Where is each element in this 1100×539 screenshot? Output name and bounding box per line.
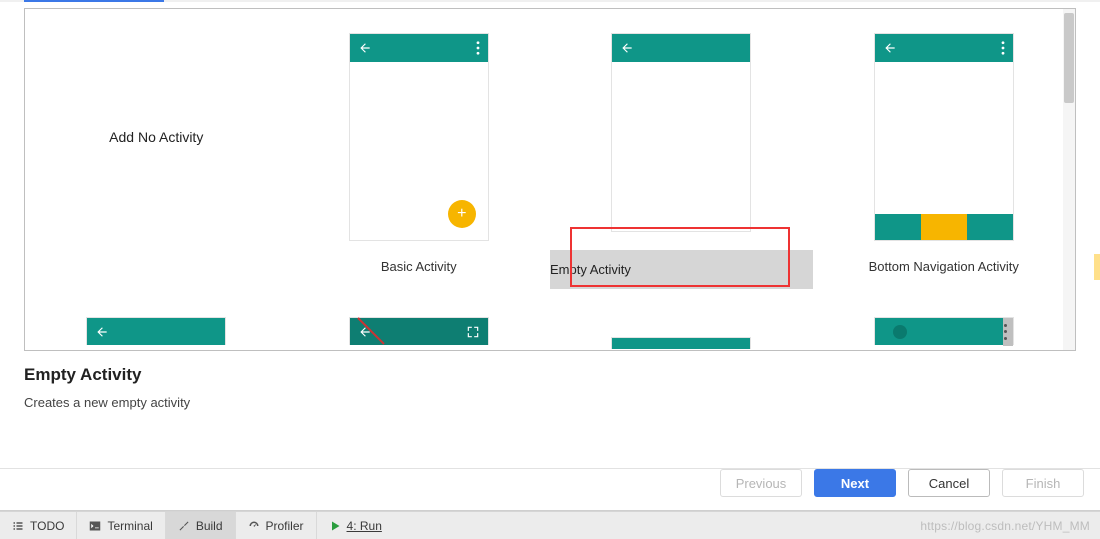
template-add-no-activity[interactable]: Add No Activity	[25, 9, 288, 289]
template-label-text: Empty Activity	[550, 262, 631, 277]
status-label: Build	[196, 519, 223, 533]
template-row2-item-1[interactable]	[25, 289, 288, 349]
status-label: TODO	[30, 519, 64, 533]
template-thumb-bottomnav	[874, 33, 1014, 241]
template-row2-item-4[interactable]	[813, 289, 1076, 349]
back-arrow-icon	[883, 41, 897, 55]
template-gallery-row-1: Add No Activity + Basic Activity	[25, 9, 1075, 289]
selection-description: Creates a new empty activity	[24, 395, 1076, 410]
template-label-selected: Empty Activity	[550, 250, 813, 289]
appbar	[612, 34, 750, 62]
template-bottom-navigation-activity[interactable]: Bottom Navigation Activity	[813, 9, 1076, 289]
status-terminal[interactable]: Terminal	[77, 512, 165, 539]
description-panel: Empty Activity Creates a new empty activ…	[0, 351, 1100, 410]
template-thumb-none: Add No Activity	[86, 33, 226, 241]
template-thumb-empty	[611, 33, 751, 232]
template-label: Bottom Navigation Activity	[813, 259, 1076, 274]
circle-icon	[893, 325, 907, 339]
template-label: Basic Activity	[288, 259, 551, 274]
status-label: Terminal	[107, 519, 152, 533]
template-thumb-partial	[611, 337, 751, 349]
template-empty-activity[interactable]: Empty Activity	[550, 9, 813, 289]
gauge-icon	[248, 520, 260, 532]
template-thumb-fullscreen	[349, 317, 489, 345]
hammer-icon	[178, 520, 190, 532]
status-label: Profiler	[266, 519, 304, 533]
appbar	[875, 34, 1013, 62]
fab-icon: +	[448, 200, 476, 228]
list-icon	[12, 520, 24, 532]
finish-button: Finish	[1002, 469, 1084, 497]
progress-bar-fill	[24, 0, 164, 2]
overflow-menu-icon	[476, 41, 480, 55]
status-build[interactable]: Build	[166, 512, 236, 539]
watermark-text: https://blog.csdn.net/YHM_MM	[920, 519, 1090, 533]
status-label: 4: Run	[347, 519, 382, 533]
bottom-nav-icon	[875, 214, 1013, 240]
template-thumb-basic: +	[349, 33, 489, 241]
template-row2-item-3[interactable]	[550, 289, 813, 349]
terminal-icon	[89, 520, 101, 532]
scrollbar-thumb[interactable]	[1064, 13, 1074, 103]
status-run[interactable]: 4: Run	[317, 512, 394, 539]
overflow-menu-dark-icon	[1002, 322, 1010, 342]
vertical-scrollbar[interactable]	[1063, 9, 1075, 350]
template-basic-activity[interactable]: + Basic Activity	[288, 9, 551, 289]
fullscreen-icon	[466, 325, 480, 339]
status-bar: TODO Terminal Build Profiler 4: Run http…	[0, 511, 1100, 539]
template-thumb-partial	[86, 317, 226, 345]
status-profiler[interactable]: Profiler	[236, 512, 317, 539]
side-marker	[1094, 254, 1100, 280]
play-icon	[329, 520, 341, 532]
template-thumb-tabs	[874, 317, 1014, 345]
template-gallery-row-2	[25, 289, 1075, 349]
diagonal-line-icon	[356, 316, 386, 346]
template-gallery: Add No Activity + Basic Activity	[24, 8, 1076, 351]
previous-button: Previous	[720, 469, 802, 497]
selection-title: Empty Activity	[24, 365, 1076, 385]
back-arrow-icon	[95, 325, 109, 339]
progress-bar	[0, 0, 1100, 2]
template-row2-item-2[interactable]	[288, 289, 551, 349]
gray-edge	[1003, 318, 1013, 346]
overflow-menu-icon	[1001, 41, 1005, 55]
wizard-buttons: Previous Next Cancel Finish	[720, 459, 1084, 507]
cancel-button[interactable]: Cancel	[908, 469, 990, 497]
back-arrow-icon	[620, 41, 634, 55]
back-arrow-icon	[358, 41, 372, 55]
status-todo[interactable]: TODO	[0, 512, 77, 539]
template-label: Add No Activity	[109, 129, 203, 145]
next-button[interactable]: Next	[814, 469, 896, 497]
appbar	[350, 34, 488, 62]
